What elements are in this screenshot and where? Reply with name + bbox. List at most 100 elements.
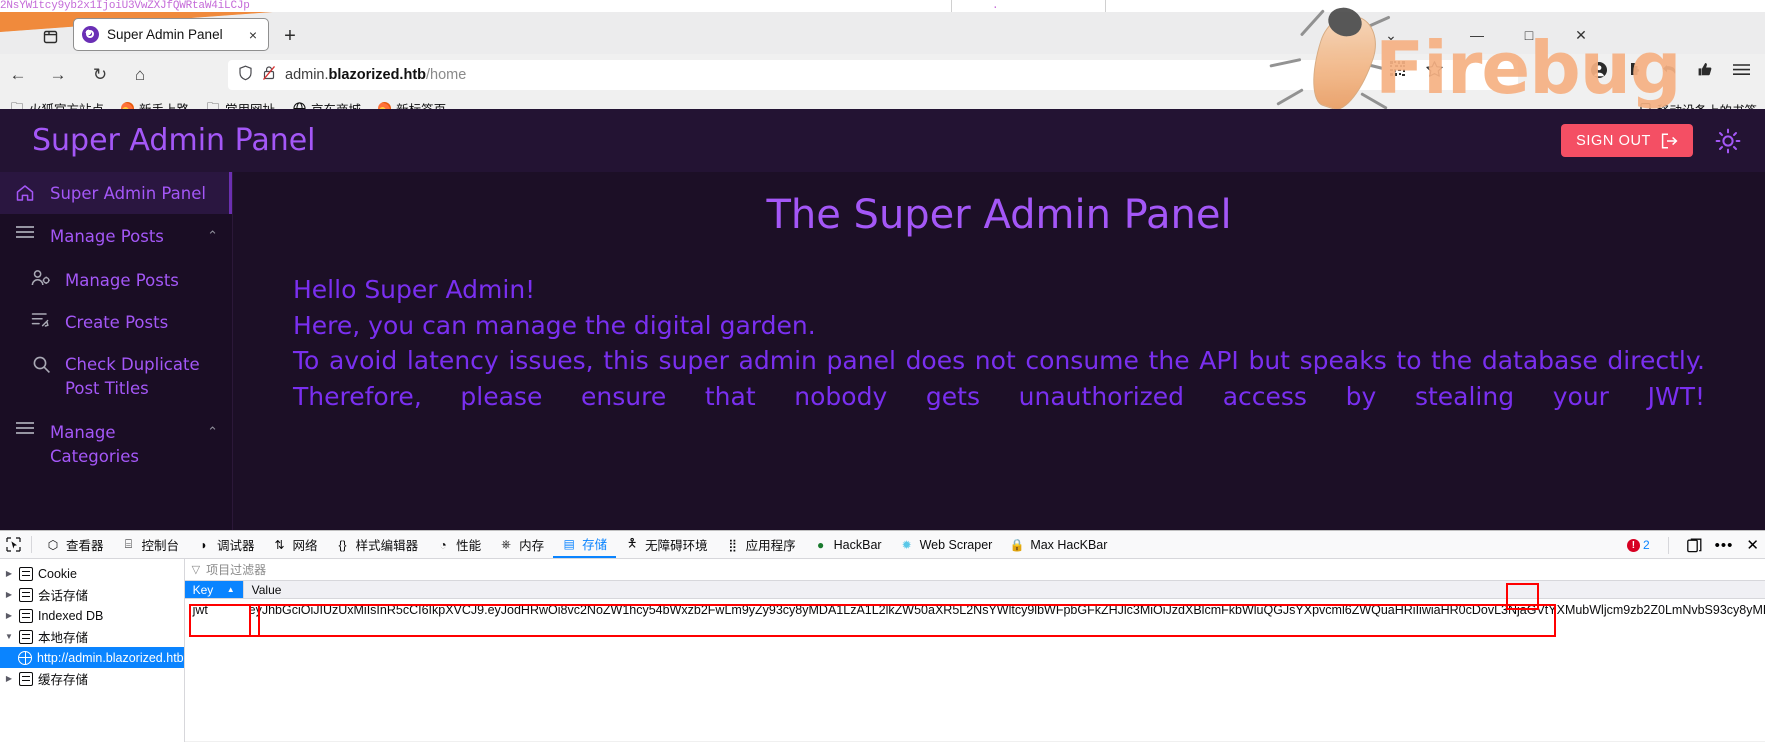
storage-tree-label: Indexed DB (38, 608, 104, 623)
window-close-button[interactable]: ✕ (1562, 27, 1600, 44)
devtools-tab-network[interactable]: ⇅ 网络 (264, 531, 327, 558)
dock-toggle-icon[interactable] (1686, 538, 1702, 553)
devtools-tab-web-scraper[interactable]: ✹ Web Scraper (891, 531, 1002, 558)
devtools-tab-label: 存储 (582, 538, 608, 552)
devtools-tab-storage[interactable]: ▤ 存储 (553, 531, 617, 558)
storage-value-cell[interactable]: eyJhbGciOiJIUzUxMiIsInR5cCI6IkpXVCJ9.eyJ… (243, 603, 1765, 617)
home-icon (14, 183, 36, 203)
account-icon[interactable] (1590, 61, 1608, 79)
undo-arrow-icon[interactable] (1661, 62, 1679, 78)
error-count-badge[interactable]: ! 2 (1626, 538, 1650, 552)
sidebar-item-label: Manage Posts (65, 270, 179, 290)
sidebar-group-manage-categories[interactable]: Manage Categories ⌃ (0, 410, 232, 480)
reload-button[interactable]: ↻ (88, 63, 112, 87)
storage-tree-item-local-storage[interactable]: ▼ 本地存储 (0, 626, 184, 647)
storage-tree-item-origin[interactable]: http://admin.blazorized.htb (0, 647, 184, 668)
hamburger-icon (14, 421, 36, 435)
sidebar-item-manage-posts[interactable]: Manage Posts (0, 260, 232, 302)
chevron-up-icon[interactable]: ⌃ (207, 225, 218, 244)
storage-filter-bar[interactable]: ▽ 项目过滤器 + ⟳ (184, 559, 1765, 581)
window-minimize-button[interactable]: — (1458, 27, 1496, 43)
storage-tree-label: Cookie (38, 566, 77, 581)
window-controls: ⌄ — □ ✕ (1372, 25, 1600, 45)
address-bar[interactable]: admin.blazorized.htb/home (228, 60, 1518, 90)
tab-title: Super Admin Panel (107, 27, 223, 42)
storage-table-header: Key ▲ Value (184, 581, 1765, 599)
close-devtools-icon[interactable]: ✕ (1746, 536, 1759, 554)
navigation-toolbar: ← → ↻ ⌂ admin.blazorized.htb/home (0, 54, 1765, 96)
expand-triangle-icon[interactable]: ▶ (4, 590, 14, 599)
forward-button[interactable]: → (46, 63, 70, 87)
list-all-tabs-icon[interactable] (38, 24, 62, 48)
new-tab-button[interactable]: + (279, 25, 301, 47)
devtools-tab-debugger[interactable]: ◗ 调试器 (188, 531, 264, 558)
qr-code-icon[interactable] (1390, 61, 1407, 78)
devtools-tab-style-editor[interactable]: {} 样式编辑器 (327, 531, 428, 558)
back-button[interactable]: ← (6, 63, 30, 87)
devtools-tab-label: 样式编辑器 (355, 539, 419, 553)
url-path: /home (426, 67, 467, 83)
storage-tree-item-cookie[interactable]: ▶ Cookie (0, 563, 184, 584)
devtools-tab-label: Web Scraper (919, 537, 993, 552)
column-header-value[interactable]: Value (242, 581, 1765, 598)
storage-tree-item-session-storage[interactable]: ▶ 会话存储 (0, 584, 184, 605)
sidebar-item-check-duplicate-post-titles[interactable]: Check Duplicate Post Titles (0, 344, 232, 410)
devtools-tab-accessibility[interactable]: 🯅 无障碍环境 (616, 531, 717, 558)
devtools-tab-memory[interactable]: ⎈ 内存 (490, 531, 553, 558)
devtools-toolbar: ⬡ 查看器 ⌸ 控制台 ◗ 调试器 ⇅ 网络 {} 样式编辑器 ◔ 性能 ⎈ 内… (0, 531, 1765, 559)
window-maximize-button[interactable]: □ (1510, 27, 1548, 43)
sign-out-button[interactable]: SIGN OUT (1561, 124, 1693, 157)
app-title: Super Admin Panel (32, 123, 316, 158)
storage-tree: ▶ Cookie ▶ 会话存储 ▶ Indexed DB ▼ 本地存储 http… (0, 559, 185, 742)
sidebar-item-super-admin-panel[interactable]: Super Admin Panel (0, 172, 232, 214)
storage-filter-input[interactable]: 项目过滤器 (206, 561, 266, 578)
devtools-tab-performance[interactable]: ◔ 性能 (427, 531, 490, 558)
devtools-tab-console[interactable]: ⌸ 控制台 (113, 531, 189, 558)
hackbar-icon: ● (817, 537, 825, 552)
hamburger-menu-icon[interactable] (1732, 62, 1751, 77)
expand-triangle-icon[interactable]: ▶ (4, 674, 14, 683)
bookmark-star-icon[interactable] (1425, 60, 1444, 79)
debugger-icon: ◗ (200, 537, 208, 552)
error-icon: ! (1626, 538, 1640, 552)
more-options-icon[interactable]: ••• (1715, 537, 1734, 554)
thumbs-up-icon[interactable] (1697, 61, 1714, 78)
globe-icon (18, 650, 32, 665)
max-hackbar-icon: 🔒 (1009, 537, 1025, 552)
devtools-tab-inspector[interactable]: ⬡ 查看器 (37, 531, 113, 558)
extension-icon[interactable] (1626, 61, 1643, 78)
storage-key-cell[interactable]: jwt (185, 603, 243, 617)
leaked-token-segment-1: 2NsYW1tcy9yb2x1IjoiU3VwZXJfQWRtaW4iLCJp (0, 0, 250, 12)
filter-icon: ▽ (191, 564, 201, 576)
collapse-triangle-icon[interactable]: ▼ (4, 632, 14, 641)
storage-tree-label: http://admin.blazorized.htb (37, 650, 184, 665)
sidebar-group-label: Manage Posts (50, 227, 164, 246)
table-row[interactable]: jwt eyJhbGciOiJIUzUxMiIsInR5cCI6IkpXVCJ9… (185, 599, 1765, 621)
storage-tree-label: 本地存储 (38, 631, 89, 645)
shield-icon[interactable] (238, 65, 253, 86)
sidebar-item-label: Super Admin Panel (50, 183, 206, 203)
app-header: Super Admin Panel SIGN OUT (0, 109, 1765, 172)
element-picker-icon[interactable] (0, 537, 26, 552)
sun-icon[interactable] (1715, 128, 1741, 154)
expand-triangle-icon[interactable]: ▶ (4, 569, 14, 578)
tab-close-icon[interactable]: × (246, 27, 260, 43)
storage-tree-item-indexed-db[interactable]: ▶ Indexed DB (0, 605, 184, 626)
sidebar-item-create-posts[interactable]: Create Posts (0, 302, 232, 344)
lock-broken-icon[interactable] (262, 65, 276, 86)
chevron-up-icon[interactable]: ⌃ (207, 421, 218, 440)
storage-db-icon (19, 608, 33, 623)
browser-tab-super-admin-panel[interactable]: Super Admin Panel × (73, 18, 269, 51)
tab-dropdown-icon[interactable]: ⌄ (1372, 27, 1410, 44)
devtools-tab-application[interactable]: ⣿ 应用程序 (717, 531, 805, 558)
devtools-toolbar-right: ! 2 ••• ✕ (1626, 531, 1759, 559)
column-header-key[interactable]: Key ▲ (184, 581, 243, 598)
sidebar-group-manage-posts[interactable]: Manage Posts ⌃ (0, 214, 232, 260)
sidebar-group-label: Manage Categories (50, 422, 139, 466)
devtools-tab-hackbar[interactable]: ● HackBar (805, 531, 891, 558)
tab-favicon-icon (82, 26, 99, 43)
expand-triangle-icon[interactable]: ▶ (4, 611, 14, 620)
home-button[interactable]: ⌂ (128, 63, 152, 87)
storage-tree-item-cache-storage[interactable]: ▶ 缓存存储 (0, 668, 184, 689)
devtools-tab-max-hackbar[interactable]: 🔒 Max HacKBar (1001, 531, 1116, 558)
